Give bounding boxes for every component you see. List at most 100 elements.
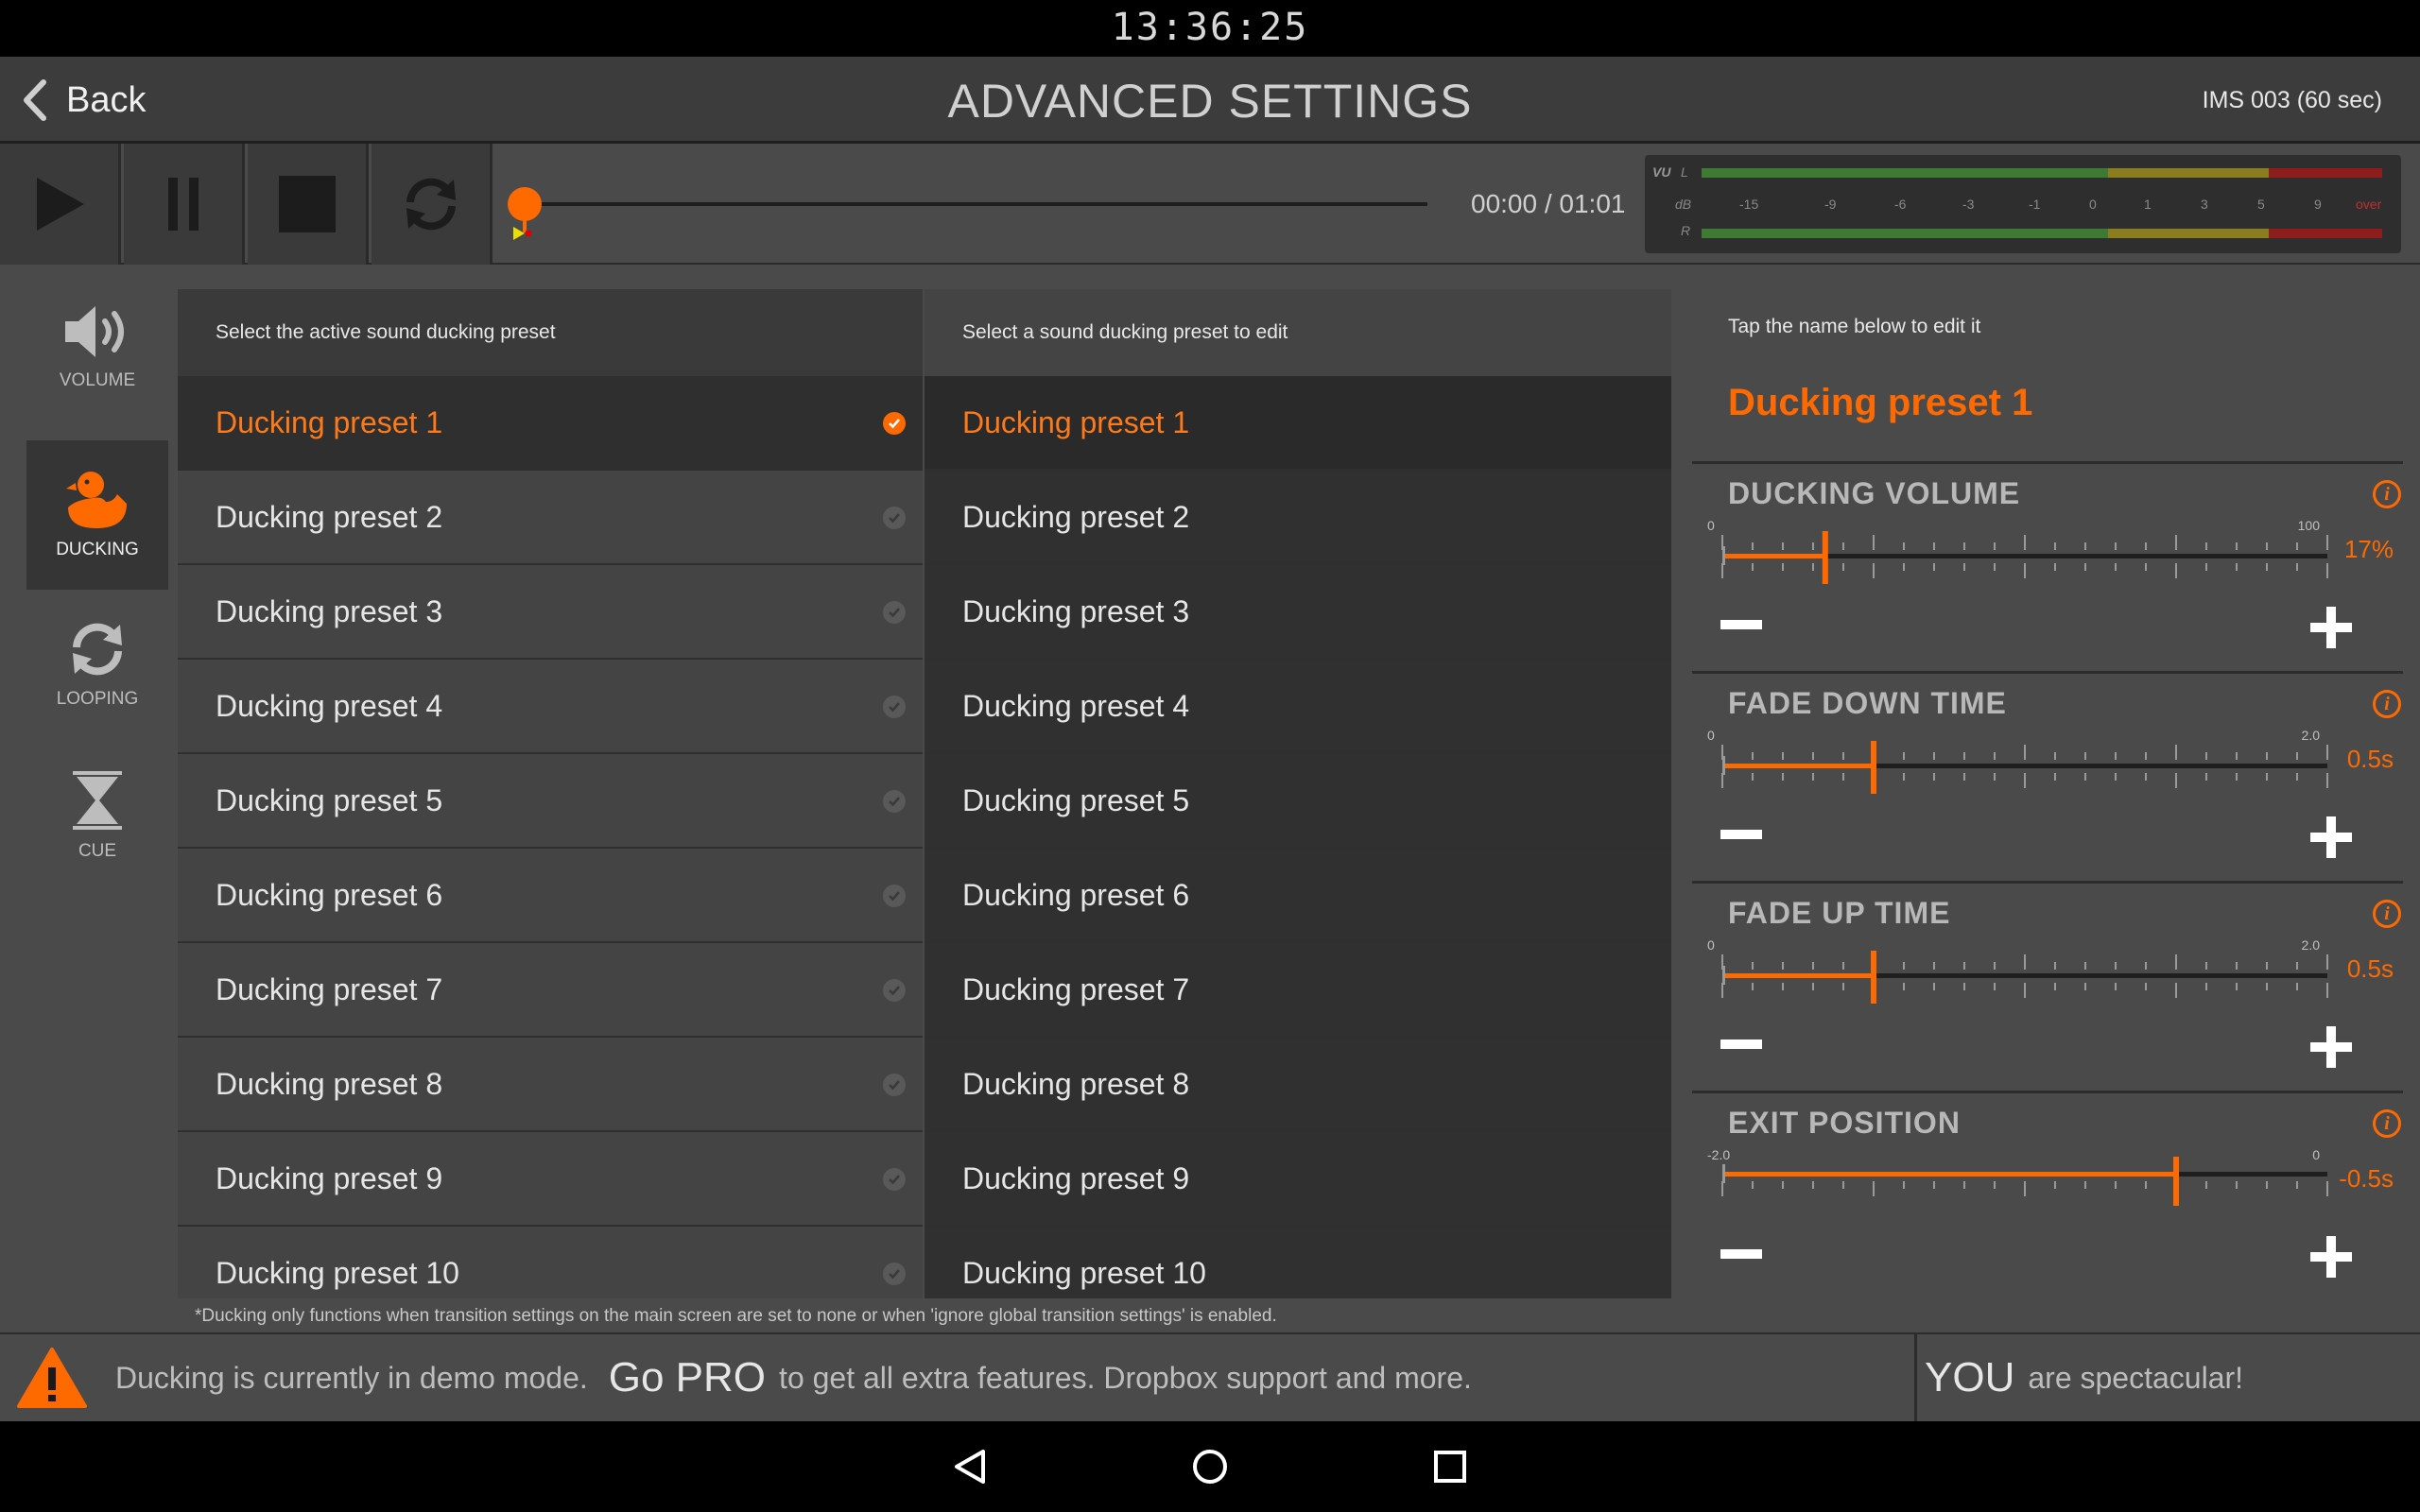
vu-scale-label: -15 <box>1739 197 1759 212</box>
preset-row[interactable]: Ducking preset 6 <box>178 849 923 943</box>
vu-right-bar <box>1702 229 2382 238</box>
check-icon <box>883 1263 906 1285</box>
check-icon <box>883 790 906 813</box>
preset-row[interactable]: Ducking preset 4 <box>178 660 923 754</box>
preset-row[interactable]: Ducking preset 6 <box>925 849 1671 943</box>
minus-icon <box>1720 620 1762 629</box>
pause-button[interactable] <box>124 144 245 265</box>
param-slider[interactable] <box>1720 737 2328 794</box>
vu-scale-label: 5 <box>2257 197 2265 212</box>
minus-button[interactable] <box>1720 618 1762 631</box>
nav-volume[interactable]: VOLUME <box>26 272 168 421</box>
param-control: FADE UP TIME i 0 2.0 0.5s <box>1692 888 2403 1098</box>
param-slider[interactable] <box>1720 527 2328 584</box>
nav-looping[interactable]: LOOPING <box>26 590 168 739</box>
status-bar: 13:36:25 <box>0 0 2420 57</box>
preset-row-label: Ducking preset 2 <box>962 499 1190 534</box>
vu-scale-label: 1 <box>2144 197 2152 212</box>
nav-ducking[interactable]: DUCKING <box>26 440 168 590</box>
nav-home-icon[interactable] <box>1191 1448 1229 1486</box>
preset-row[interactable]: Ducking preset 10 <box>925 1227 1671 1298</box>
vu-scale-label: -3 <box>1962 197 1975 212</box>
nav-cue[interactable]: CUE <box>26 741 168 890</box>
cue-marker <box>513 227 525 240</box>
param-divider <box>1692 881 2403 884</box>
back-label: Back <box>66 79 147 120</box>
plus-button[interactable] <box>2308 1234 2354 1280</box>
system-nav-bar <box>0 1421 2420 1512</box>
param-slider[interactable] <box>1720 1149 2328 1213</box>
vu-left-bar <box>1702 168 2382 178</box>
active-preset-list: Select the active sound ducking preset D… <box>178 289 923 1298</box>
vu-scale-label: 0 <box>2089 197 2097 212</box>
param-value: 0.5s <box>2346 954 2394 983</box>
minus-icon <box>1720 1249 1762 1259</box>
preset-row[interactable]: Ducking preset 10 <box>178 1227 923 1298</box>
preset-row-label: Ducking preset 8 <box>216 1066 443 1101</box>
preset-row-label: Ducking preset 1 <box>216 404 443 439</box>
stop-button[interactable] <box>248 144 369 265</box>
pause-icon <box>167 178 199 231</box>
param-title: DUCKING VOLUME <box>1728 476 2021 510</box>
preset-row[interactable]: Ducking preset 1 <box>178 376 923 471</box>
preset-row[interactable]: Ducking preset 5 <box>925 754 1671 849</box>
preset-row[interactable]: Ducking preset 2 <box>925 471 1671 565</box>
plus-button[interactable] <box>2308 815 2354 860</box>
transport-bar: 00:00 / 01:01 VU L dB R -15 -9 -6 -3 -1 … <box>0 144 2420 265</box>
nav-back-icon[interactable] <box>951 1448 989 1486</box>
preset-row-label: Ducking preset 4 <box>216 688 443 723</box>
preset-row-label: Ducking preset 10 <box>962 1255 1206 1290</box>
promo-banner: Ducking is currently in demo mode. Go PR… <box>0 1332 2420 1421</box>
vu-scale-label: -6 <box>1894 197 1907 212</box>
preset-row[interactable]: Ducking preset 7 <box>925 943 1671 1038</box>
seek-handle[interactable] <box>508 187 542 221</box>
preset-row[interactable]: Ducking preset 8 <box>925 1038 1671 1132</box>
preset-row[interactable]: Ducking preset 8 <box>178 1038 923 1132</box>
nav-recents-icon[interactable] <box>1433 1450 1467 1484</box>
go-pro-banner[interactable]: Ducking is currently in demo mode. Go PR… <box>0 1334 1917 1421</box>
loop-button[interactable] <box>372 144 493 265</box>
info-icon[interactable]: i <box>2373 900 2401 928</box>
param-min-label: 0 <box>1707 937 1715 953</box>
minus-button[interactable] <box>1720 1038 1762 1051</box>
edit-list-heading: Select a sound ducking preset to edit <box>925 289 1671 376</box>
preset-row[interactable]: Ducking preset 7 <box>178 943 923 1038</box>
preset-row[interactable]: Ducking preset 2 <box>178 471 923 565</box>
info-icon[interactable]: i <box>2373 480 2401 508</box>
plus-icon <box>2310 816 2352 858</box>
info-icon[interactable]: i <box>2373 690 2401 718</box>
warning-icon <box>17 1348 87 1408</box>
preset-row[interactable]: Ducking preset 1 <box>925 376 1671 471</box>
vu-scale-label: -9 <box>1824 197 1837 212</box>
tagline-you: YOU <box>1925 1354 2015 1400</box>
preset-row-label: Ducking preset 3 <box>962 593 1190 628</box>
info-icon[interactable]: i <box>2373 1109 2401 1138</box>
back-button[interactable]: Back <box>23 72 146 129</box>
edit-preset-list: Select a sound ducking preset to edit Du… <box>925 289 1671 1298</box>
param-min-label: 0 <box>1707 518 1715 533</box>
vu-scale-label: over <box>2356 197 2382 212</box>
preset-row[interactable]: Ducking preset 3 <box>925 565 1671 660</box>
preset-row-label: Ducking preset 5 <box>216 782 443 817</box>
minus-button[interactable] <box>1720 828 1762 841</box>
param-slider[interactable] <box>1720 947 2328 1004</box>
plus-icon <box>2310 607 2352 648</box>
vu-left-label: L <box>1681 164 1688 180</box>
preset-name-field[interactable]: Ducking preset 1 <box>1728 382 2032 424</box>
preset-row[interactable]: Ducking preset 9 <box>925 1132 1671 1227</box>
editor-heading: Tap the name below to edit it <box>1728 316 1981 337</box>
preset-row[interactable]: Ducking preset 5 <box>178 754 923 849</box>
preset-row[interactable]: Ducking preset 4 <box>925 660 1671 754</box>
preset-row[interactable]: Ducking preset 9 <box>178 1132 923 1227</box>
play-button[interactable] <box>0 144 121 265</box>
preset-editor: Tap the name below to edit it Ducking pr… <box>1671 289 2420 1298</box>
nav-label: DUCKING <box>56 540 139 559</box>
plus-button[interactable] <box>2308 1024 2354 1070</box>
plus-icon <box>2310 1026 2352 1068</box>
preset-row[interactable]: Ducking preset 3 <box>178 565 923 660</box>
param-min-label: 0 <box>1707 728 1715 743</box>
play-icon <box>36 178 84 231</box>
seek-track[interactable] <box>525 202 1427 206</box>
plus-button[interactable] <box>2308 605 2354 650</box>
minus-button[interactable] <box>1720 1247 1762 1261</box>
